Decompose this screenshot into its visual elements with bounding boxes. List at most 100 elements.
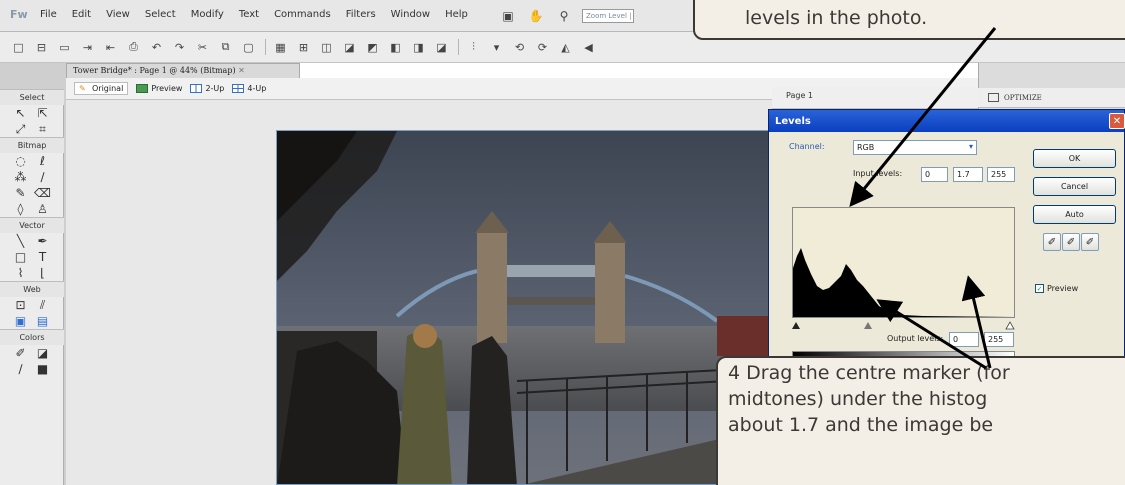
crop-icon[interactable]: ⌗ bbox=[32, 122, 54, 137]
stroke-color-icon[interactable]: ∕ bbox=[10, 362, 32, 376]
input-level-highlight[interactable]: 255 bbox=[987, 167, 1015, 182]
combine-icon[interactable]: ◫ bbox=[320, 41, 333, 54]
menu-view[interactable]: View bbox=[106, 9, 130, 20]
menu-commands[interactable]: Commands bbox=[274, 9, 331, 20]
brush-icon[interactable]: ∕ bbox=[32, 170, 54, 184]
input-level-shadow[interactable]: 0 bbox=[921, 167, 948, 182]
copy-icon[interactable]: ⧉ bbox=[219, 40, 232, 54]
rubber-stamp-icon[interactable]: ♙ bbox=[32, 202, 54, 216]
menu-file[interactable]: File bbox=[40, 9, 57, 20]
subselect-icon[interactable]: ⇱ bbox=[32, 106, 54, 120]
tab-preview[interactable]: Preview bbox=[136, 84, 182, 93]
bring-front-icon[interactable]: ◩ bbox=[366, 41, 379, 54]
marquee-icon[interactable]: ◌ bbox=[10, 154, 32, 168]
text-tool-icon[interactable]: T bbox=[32, 250, 54, 264]
auto-button[interactable]: Auto bbox=[1033, 205, 1116, 224]
import-icon[interactable]: ⇥ bbox=[81, 41, 94, 54]
optimize-panel-header[interactable]: OPTIMIZE bbox=[978, 88, 1125, 108]
send-backward-icon[interactable]: ◨ bbox=[412, 41, 425, 54]
hide-slices-icon[interactable]: ▣ bbox=[10, 314, 32, 328]
paste-icon[interactable]: ▢ bbox=[242, 41, 255, 54]
menu-window[interactable]: Window bbox=[391, 9, 430, 20]
output-level-low[interactable]: 0 bbox=[949, 332, 979, 347]
send-back-icon[interactable]: ◪ bbox=[435, 41, 448, 54]
export-icon[interactable]: ⇤ bbox=[104, 41, 117, 54]
group-icon[interactable]: ▦ bbox=[274, 41, 287, 54]
channel-select[interactable]: RGB ▾ bbox=[853, 140, 977, 155]
histogram-graph bbox=[793, 248, 1014, 317]
pages-panel[interactable]: Page 1 bbox=[772, 87, 978, 109]
paint-bucket-icon[interactable]: ◪ bbox=[32, 346, 54, 360]
tab-2-up[interactable]: 2-Up bbox=[190, 84, 224, 93]
ungroup-icon[interactable]: ⊞ bbox=[297, 41, 310, 54]
line-icon[interactable]: ╲ bbox=[10, 234, 32, 248]
tool-row: ✎ ⌫ bbox=[0, 185, 63, 201]
screen-mode-icon[interactable]: ▣ bbox=[498, 6, 518, 26]
output-level-high[interactable]: 255 bbox=[984, 332, 1014, 347]
slice-icon[interactable]: ⫽ bbox=[32, 298, 54, 313]
menu-edit[interactable]: Edit bbox=[72, 9, 91, 20]
hand-icon[interactable]: ✋ bbox=[526, 6, 546, 26]
print-icon[interactable]: ⎙ bbox=[127, 40, 140, 54]
blur-icon[interactable]: ◊ bbox=[10, 202, 32, 216]
redo-icon[interactable]: ↷ bbox=[173, 41, 186, 54]
fill-color-icon[interactable]: ■ bbox=[32, 362, 54, 376]
tab-4-up[interactable]: 4-Up bbox=[232, 84, 266, 93]
split-icon[interactable]: ◪ bbox=[343, 41, 356, 54]
pointer-icon[interactable]: ↖ bbox=[10, 106, 32, 120]
screen: Fw File Edit View Select Modify Text Com… bbox=[0, 0, 1125, 485]
menu-select[interactable]: Select bbox=[145, 9, 176, 20]
white-eyedropper-icon[interactable]: ✐ bbox=[1081, 233, 1099, 251]
align-dropdown-icon[interactable]: ▾ bbox=[490, 41, 503, 54]
tab-original-label: Original bbox=[92, 84, 124, 93]
flip-horizontal-icon[interactable]: ◭ bbox=[559, 41, 572, 54]
eyedropper-icon[interactable]: ✐ bbox=[10, 346, 32, 360]
open-file-icon[interactable]: ⊟ bbox=[35, 41, 48, 54]
input-level-midtone[interactable]: 1.7 bbox=[953, 167, 983, 182]
zoom-icon[interactable]: ⚲ bbox=[554, 6, 574, 26]
eraser-icon[interactable]: ⌫ bbox=[32, 186, 54, 200]
pen-icon[interactable]: ✒ bbox=[32, 234, 54, 248]
show-slices-icon[interactable]: ▤ bbox=[32, 314, 54, 328]
black-eyedropper-icon[interactable]: ✐ bbox=[1043, 233, 1061, 251]
levels-dialog-titlebar[interactable]: Levels ✕ bbox=[769, 110, 1125, 132]
close-tab-icon[interactable]: ✕ bbox=[238, 66, 245, 75]
knife-icon[interactable]: ⌊ bbox=[32, 266, 54, 280]
new-file-icon[interactable]: □ bbox=[12, 41, 25, 54]
ok-button[interactable]: OK bbox=[1033, 149, 1116, 168]
levels-dialog-title: Levels bbox=[775, 115, 811, 127]
menu-tools: ▣ ✋ ⚲ Zoom Level | ▾ bbox=[498, 6, 634, 26]
pencil-icon[interactable]: ✎ bbox=[10, 186, 32, 200]
menu-filters[interactable]: Filters bbox=[346, 9, 376, 20]
rotate-right-icon[interactable]: ⟳ bbox=[536, 41, 549, 54]
preview-checkbox[interactable]: ✓ bbox=[1035, 284, 1044, 293]
rotate-left-icon[interactable]: ⟲ bbox=[513, 41, 526, 54]
input-levels-slider[interactable] bbox=[792, 320, 1015, 330]
freeform-icon[interactable]: ⌇ bbox=[10, 266, 32, 280]
cancel-button[interactable]: Cancel bbox=[1033, 177, 1116, 196]
cut-icon[interactable]: ✂ bbox=[196, 41, 209, 54]
callout-line: 4 Drag the centre marker (for bbox=[728, 362, 1010, 384]
optimize-label: OPTIMIZE bbox=[1004, 93, 1042, 102]
two-up-icon bbox=[190, 84, 203, 93]
undo-icon[interactable]: ↶ bbox=[150, 41, 163, 54]
gray-eyedropper-icon[interactable]: ✐ bbox=[1062, 233, 1080, 251]
document-tab[interactable]: Tower Bridge* : Page 1 @ 44% (Bitmap) ✕ bbox=[66, 63, 300, 78]
flip-vertical-icon[interactable]: ◀ bbox=[582, 41, 595, 54]
save-icon[interactable]: ▭ bbox=[58, 41, 71, 54]
tool-row: ⊡ ⫽ bbox=[0, 297, 63, 313]
scale-icon[interactable]: ⤢ bbox=[10, 122, 32, 137]
tab-original[interactable]: ✎ Original bbox=[74, 82, 129, 95]
menu-modify[interactable]: Modify bbox=[191, 9, 224, 20]
bring-forward-icon[interactable]: ◧ bbox=[389, 41, 402, 54]
tool-row: ⤢ ⌗ bbox=[0, 121, 63, 137]
hotspot-icon[interactable]: ⊡ bbox=[10, 298, 32, 312]
menu-help[interactable]: Help bbox=[445, 9, 468, 20]
magic-wand-icon[interactable]: ⁂ bbox=[10, 170, 32, 184]
close-icon[interactable]: ✕ bbox=[1109, 113, 1125, 129]
rectangle-icon[interactable]: □ bbox=[10, 250, 32, 264]
align-icon[interactable]: ⫶ bbox=[467, 40, 480, 54]
menu-text[interactable]: Text bbox=[239, 9, 259, 20]
lasso-icon[interactable]: ℓ bbox=[32, 154, 54, 168]
zoom-level-select[interactable]: Zoom Level | ▾ bbox=[582, 9, 634, 23]
